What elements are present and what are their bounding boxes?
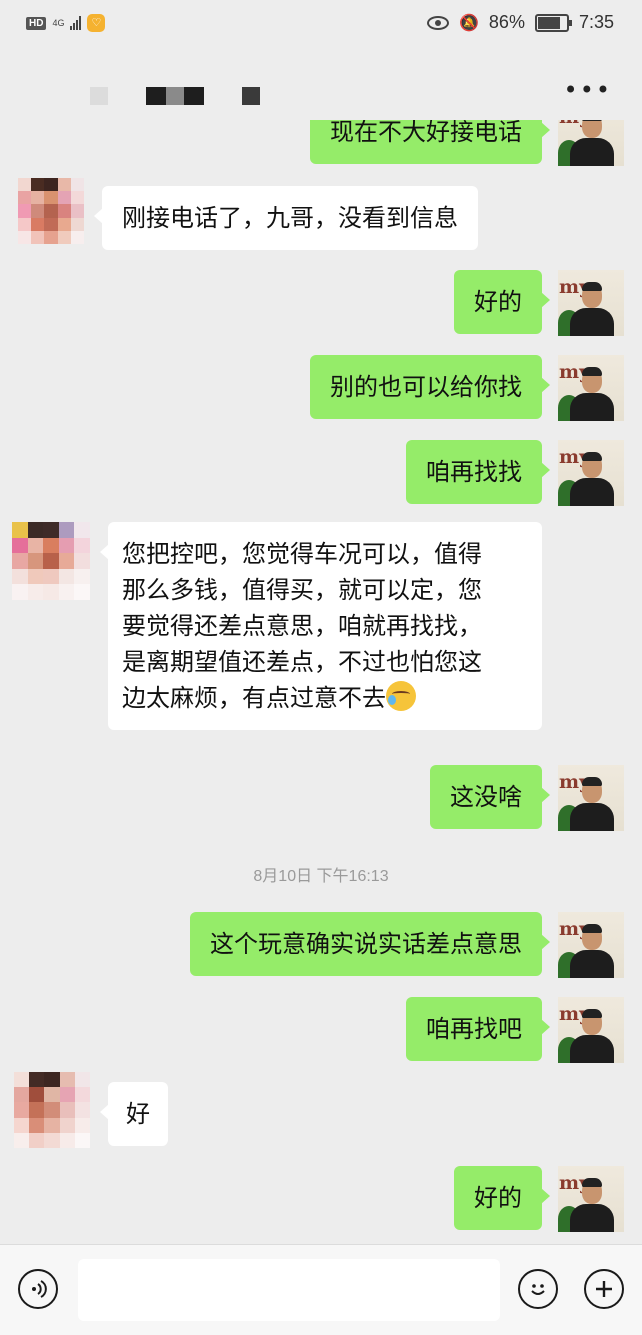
timestamp-divider: 8月10日 下午16:13: [253, 868, 389, 885]
battery-icon: [534, 13, 572, 32]
message-bubble[interactable]: 刚接电话了，九哥，没看到信息: [94, 186, 478, 250]
message-line: 边太麻烦，有点过意不去: [122, 680, 528, 716]
signal-icon: [70, 16, 82, 30]
message-list[interactable]: 现在不大好接电话 my 刚接电话了，九哥，没看到信息 好的 my 别的也可以给你…: [0, 120, 642, 1244]
status-left: HD 4G ♡: [26, 14, 106, 32]
self-avatar[interactable]: my: [558, 1166, 624, 1232]
status-bar: HD 4G ♡ 🔕 86% 7:35: [0, 0, 642, 52]
input-bar: [0, 1244, 642, 1335]
hd-badge: HD: [26, 16, 47, 30]
contact-avatar[interactable]: [14, 1072, 90, 1148]
message-line: 是离期望值还差点，不过也怕您这: [122, 648, 482, 676]
message-bubble[interactable]: 咱再找吧: [406, 997, 550, 1061]
voice-icon[interactable]: [18, 1269, 58, 1309]
plus-icon[interactable]: [584, 1269, 624, 1309]
app-notification-icon: ♡: [87, 14, 106, 32]
mute-bell-icon: 🔕: [459, 14, 479, 32]
self-avatar[interactable]: my: [558, 765, 624, 831]
message-line: 要觉得还差点意思，咱就再找找，: [122, 612, 482, 640]
battery-percent: 86%: [488, 12, 525, 32]
self-avatar[interactable]: my: [558, 355, 624, 421]
message-bubble[interactable]: 咱再找找: [406, 440, 550, 504]
contact-avatar[interactable]: [18, 178, 84, 244]
message-bubble[interactable]: 这个玩意确实说实话差点意思: [190, 912, 550, 976]
status-right: 🔕 86% 7:35: [427, 12, 614, 33]
eye-comfort-icon: [427, 15, 449, 30]
message-bubble[interactable]: 现在不大好接电话: [310, 120, 550, 164]
message-bubble[interactable]: 好: [100, 1082, 168, 1146]
message-input[interactable]: [78, 1259, 500, 1321]
message-bubble[interactable]: 这没啥: [430, 765, 550, 829]
message-bubble[interactable]: 好的: [454, 270, 550, 334]
self-avatar[interactable]: my: [558, 270, 624, 336]
emoji-icon[interactable]: [518, 1269, 558, 1309]
self-avatar[interactable]: my: [558, 120, 624, 166]
chat-title-redacted: [90, 87, 290, 105]
network-type: 4G: [52, 17, 65, 28]
message-bubble[interactable]: 别的也可以给你找: [310, 355, 550, 419]
message-line: 您把控吧，您觉得车况可以，值得: [122, 540, 482, 568]
clock: 7:35: [578, 12, 614, 32]
more-dots-icon[interactable]: •••: [564, 76, 612, 104]
contact-avatar[interactable]: [12, 522, 90, 600]
message-bubble[interactable]: 好的: [454, 1166, 550, 1230]
facepalm-emoji-icon: [386, 681, 416, 711]
self-avatar[interactable]: my: [558, 997, 624, 1063]
message-line: 那么多钱，值得买，就可以定，您: [122, 576, 482, 604]
message-bubble-long[interactable]: 您把控吧，您觉得车况可以，值得 那么多钱，值得买，就可以定，您 要觉得还差点意思…: [100, 522, 542, 730]
self-avatar[interactable]: my: [558, 440, 624, 506]
self-avatar[interactable]: my: [558, 912, 624, 978]
